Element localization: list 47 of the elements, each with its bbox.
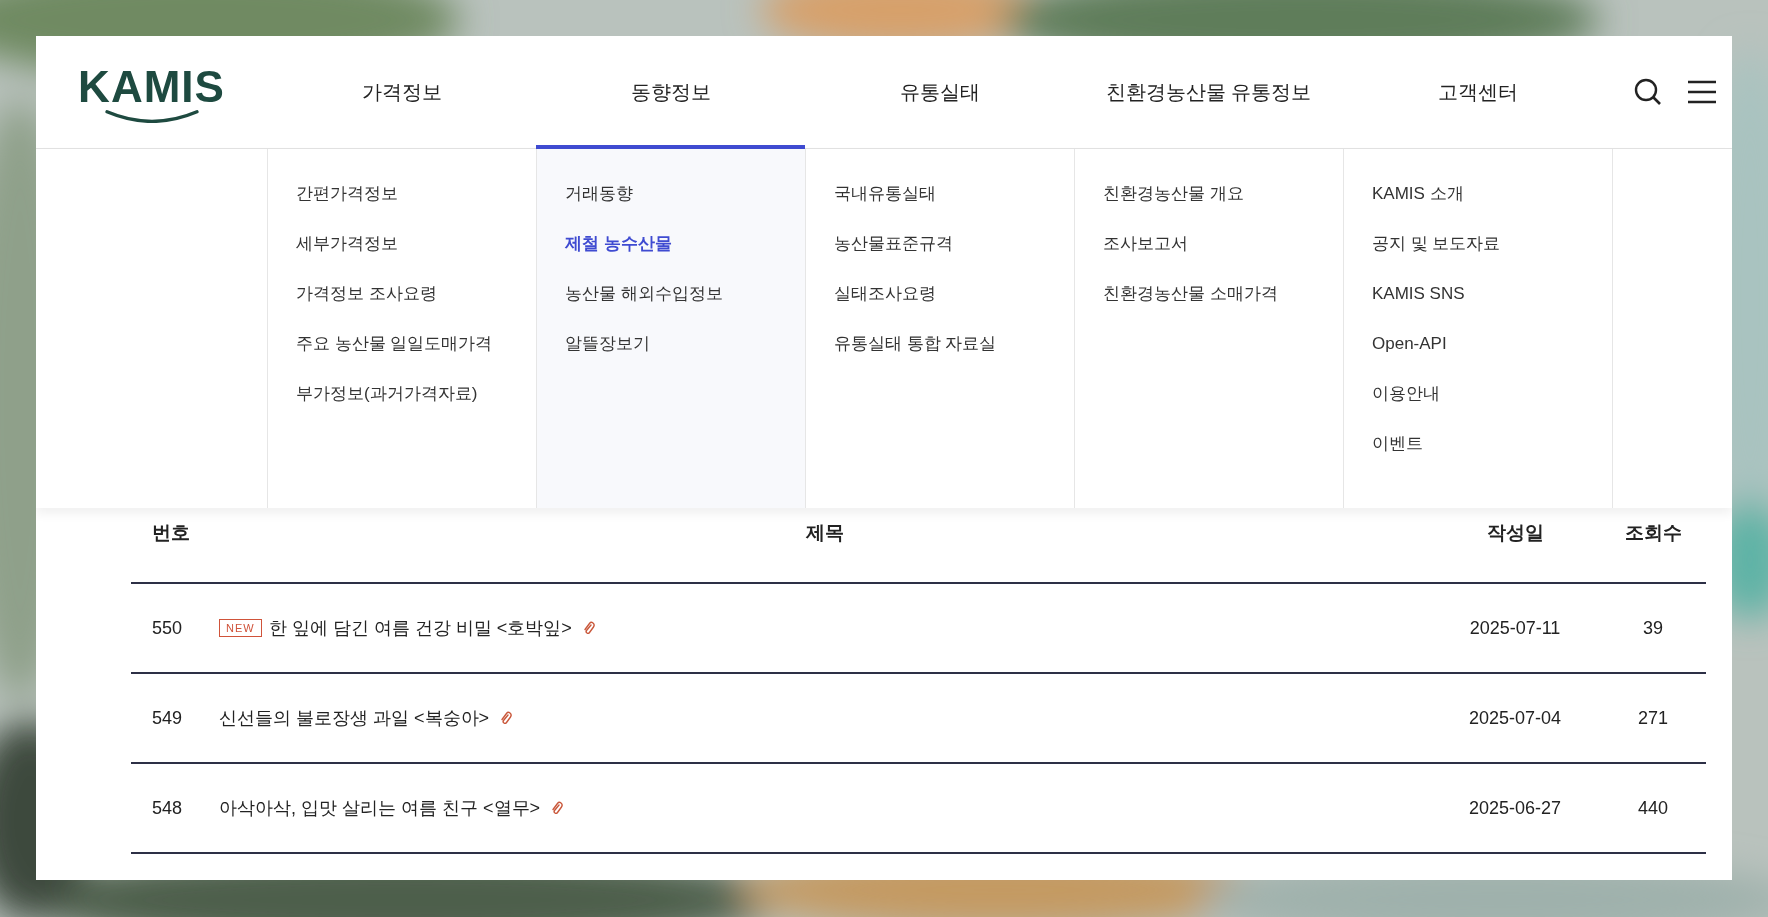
table-cell-text: 548 [151,797,184,819]
submenu-item[interactable]: 이벤트 [1372,433,1423,455]
column-header: 조회수 [1623,521,1683,545]
table-cell-text: 271 [1636,707,1669,729]
nav-menu-item[interactable]: 가격정보 [267,36,536,148]
submenu-item[interactable]: 농산물 해외수입정보 [565,283,723,305]
column-header: 제목 [804,521,845,545]
table-cell-text: 2025-07-11 [1468,617,1562,639]
submenu-item[interactable]: 부가정보(과거가격자료) [296,383,478,405]
nav-menu-item[interactable]: 친환경농산물 유통정보 [1074,36,1343,148]
submenu-item[interactable]: 주요 농산물 일일도매가격 [296,333,493,355]
submenu-item[interactable]: 국내유통실태 [834,183,936,205]
submenu-item[interactable]: 알뜰장보기 [565,333,650,355]
submenu-item[interactable]: 거래동향 [565,183,633,205]
table-cell-text: 2025-06-27 [1467,797,1563,819]
nav-menu-item[interactable]: 고객센터 [1343,36,1612,148]
table-cell-text: 549 [151,707,184,729]
table-cell-text: 440 [1636,797,1669,819]
submenu-item[interactable]: Open-API [1372,333,1447,355]
logo[interactable]: KAMIS [36,65,267,123]
submenu-item[interactable]: KAMIS 소개 [1372,183,1464,205]
submenu-item[interactable]: 친환경농산물 소매가격 [1103,283,1278,305]
post-title-link[interactable]: 아삭아삭, 입맛 살리는 여름 친구 <열무> [219,796,541,820]
submenu-item[interactable]: 제철 농수산물 [565,233,672,255]
nav-menu-item[interactable]: 유통실태 [805,36,1074,148]
column-header: 번호 [151,521,191,545]
nav-menu-item[interactable]: 동향정보 [536,36,805,148]
submenu-item[interactable]: 유통실태 통합 자료실 [834,333,997,355]
table-cell-text: 2025-07-04 [1467,707,1563,729]
submenu-item[interactable]: 농산물표준규격 [834,233,953,255]
submenu-item[interactable]: KAMIS SNS [1372,283,1465,305]
table-cell-text: 550 [151,617,184,639]
submenu-item[interactable]: 세부가격정보 [296,233,398,255]
menu-icon[interactable] [1688,80,1716,104]
column-header: 작성일 [1485,521,1545,545]
submenu-item[interactable]: 이용안내 [1372,383,1440,405]
new-badge: NEW [219,619,262,637]
post-title-link[interactable]: 신선들의 불로장생 과일 <복숭아> [219,706,490,730]
search-icon[interactable] [1634,78,1662,106]
post-title-link[interactable]: 한 잎에 담긴 여름 건강 비밀 <호박잎> [268,616,572,640]
submenu-item[interactable]: 친환경농산물 개요 [1103,183,1244,205]
submenu-item[interactable]: 가격정보 조사요령 [296,283,437,305]
table-cell-text: 39 [1642,617,1664,639]
submenu-item[interactable]: 실태조사요령 [834,283,936,305]
submenu-item[interactable]: 공지 및 보도자료 [1372,233,1501,255]
submenu-item[interactable]: 조사보고서 [1103,233,1188,255]
submenu-item[interactable]: 간편가격정보 [296,183,398,205]
